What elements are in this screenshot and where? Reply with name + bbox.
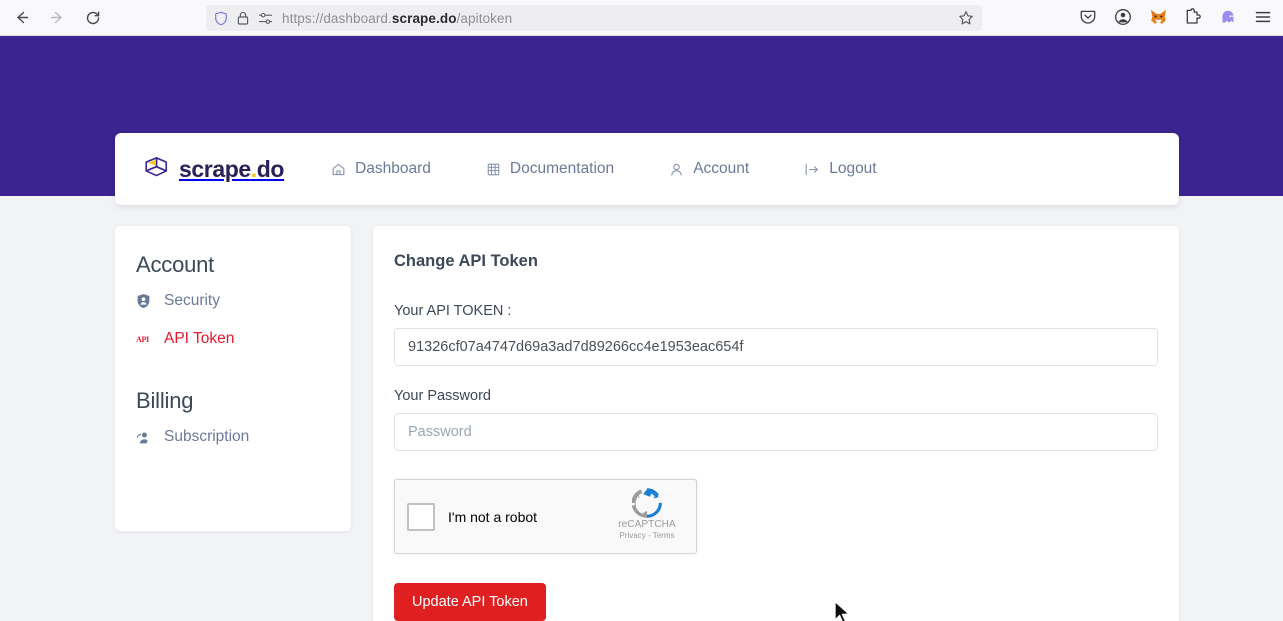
- recaptcha-branding: reCAPTCHA Privacy - Terms: [609, 488, 685, 540]
- nav-item-label: Documentation: [510, 160, 614, 178]
- user-gear-icon: [136, 430, 154, 445]
- hamburger-menu-icon[interactable]: [1249, 3, 1277, 31]
- browser-toolbar-right: [1074, 3, 1277, 31]
- reload-button[interactable]: [78, 3, 108, 33]
- sidebar-heading-account: Account: [136, 252, 351, 278]
- recaptcha-checkbox[interactable]: [407, 503, 435, 531]
- account-sidebar: Account Security API API Token Billing: [115, 226, 351, 531]
- api-token-label: Your API TOKEN :: [394, 303, 1158, 319]
- password-label: Your Password: [394, 388, 1158, 404]
- recaptcha-legal-links[interactable]: Privacy - Terms: [609, 531, 685, 540]
- sidebar-item-label: Subscription: [164, 428, 249, 446]
- top-navbar: scrape.do Dashboard: [115, 133, 1179, 205]
- recaptcha-checkbox-label: I'm not a robot: [448, 509, 537, 525]
- forward-button[interactable]: [42, 3, 72, 33]
- api-token-input[interactable]: [394, 328, 1158, 366]
- nav-item-label: Dashboard: [355, 160, 431, 178]
- shield-tracking-icon[interactable]: [214, 11, 228, 26]
- url-host: scrape.do: [392, 11, 457, 26]
- api-badge-icon: API: [136, 335, 154, 344]
- sidebar-heading-billing: Billing: [136, 388, 351, 414]
- nav-item-logout[interactable]: Logout: [804, 160, 876, 178]
- top-nav-links: Dashboard Documentation: [331, 160, 932, 178]
- password-field-group: Your Password: [394, 388, 1158, 451]
- nav-item-documentation[interactable]: Documentation: [486, 160, 614, 178]
- user-icon: [669, 162, 684, 177]
- change-api-token-panel: Change API Token Your API TOKEN : Your P…: [373, 226, 1179, 621]
- update-api-token-button[interactable]: Update API Token: [394, 583, 546, 621]
- lock-icon[interactable]: [237, 11, 249, 25]
- sidebar-item-label: Security: [164, 292, 220, 310]
- metamask-fox-icon[interactable]: [1144, 3, 1172, 31]
- recaptcha-brand-name: reCAPTCHA: [609, 519, 685, 530]
- brand-name: scrape.do: [179, 156, 284, 183]
- account-icon[interactable]: [1109, 3, 1137, 31]
- panel-title: Change API Token: [394, 252, 1158, 271]
- nav-item-dashboard[interactable]: Dashboard: [331, 160, 431, 178]
- url-path: /apitoken: [457, 11, 513, 26]
- recaptcha-widget[interactable]: I'm not a robot reCAPTCHA Privacy: [394, 479, 697, 554]
- sidebar-item-subscription[interactable]: Subscription: [136, 428, 351, 446]
- recaptcha-logo-icon: [609, 488, 685, 518]
- nav-item-account[interactable]: Account: [669, 160, 749, 178]
- nav-item-label: Logout: [829, 160, 876, 178]
- password-input[interactable]: [394, 413, 1158, 451]
- sign-out-icon: [804, 162, 820, 177]
- browser-toolbar: https://dashboard.scrape.do/apitoken: [0, 0, 1283, 36]
- book-icon: [486, 162, 501, 177]
- brand-logo-link[interactable]: scrape.do: [142, 153, 284, 186]
- extensions-icon[interactable]: [1179, 3, 1207, 31]
- shield-user-icon: [136, 293, 154, 309]
- cube-arrow-logo-icon: [142, 153, 170, 186]
- home-icon: [331, 162, 346, 177]
- back-button[interactable]: [6, 3, 36, 33]
- api-token-field-group: Your API TOKEN :: [394, 303, 1158, 366]
- bookmark-star-icon[interactable]: [958, 10, 974, 26]
- sidebar-item-label: API Token: [164, 330, 234, 348]
- url-prefix: https://dashboard.: [282, 11, 392, 26]
- url-text: https://dashboard.scrape.do/apitoken: [282, 11, 958, 26]
- page-viewport: scrape.do Dashboard: [0, 36, 1283, 621]
- url-bar[interactable]: https://dashboard.scrape.do/apitoken: [206, 5, 982, 31]
- pocket-icon[interactable]: [1074, 3, 1102, 31]
- nav-item-label: Account: [693, 160, 749, 178]
- ghost-extension-icon[interactable]: [1214, 3, 1242, 31]
- sidebar-item-api-token[interactable]: API API Token: [136, 330, 351, 348]
- sidebar-item-security[interactable]: Security: [136, 292, 351, 310]
- permissions-icon[interactable]: [258, 12, 273, 25]
